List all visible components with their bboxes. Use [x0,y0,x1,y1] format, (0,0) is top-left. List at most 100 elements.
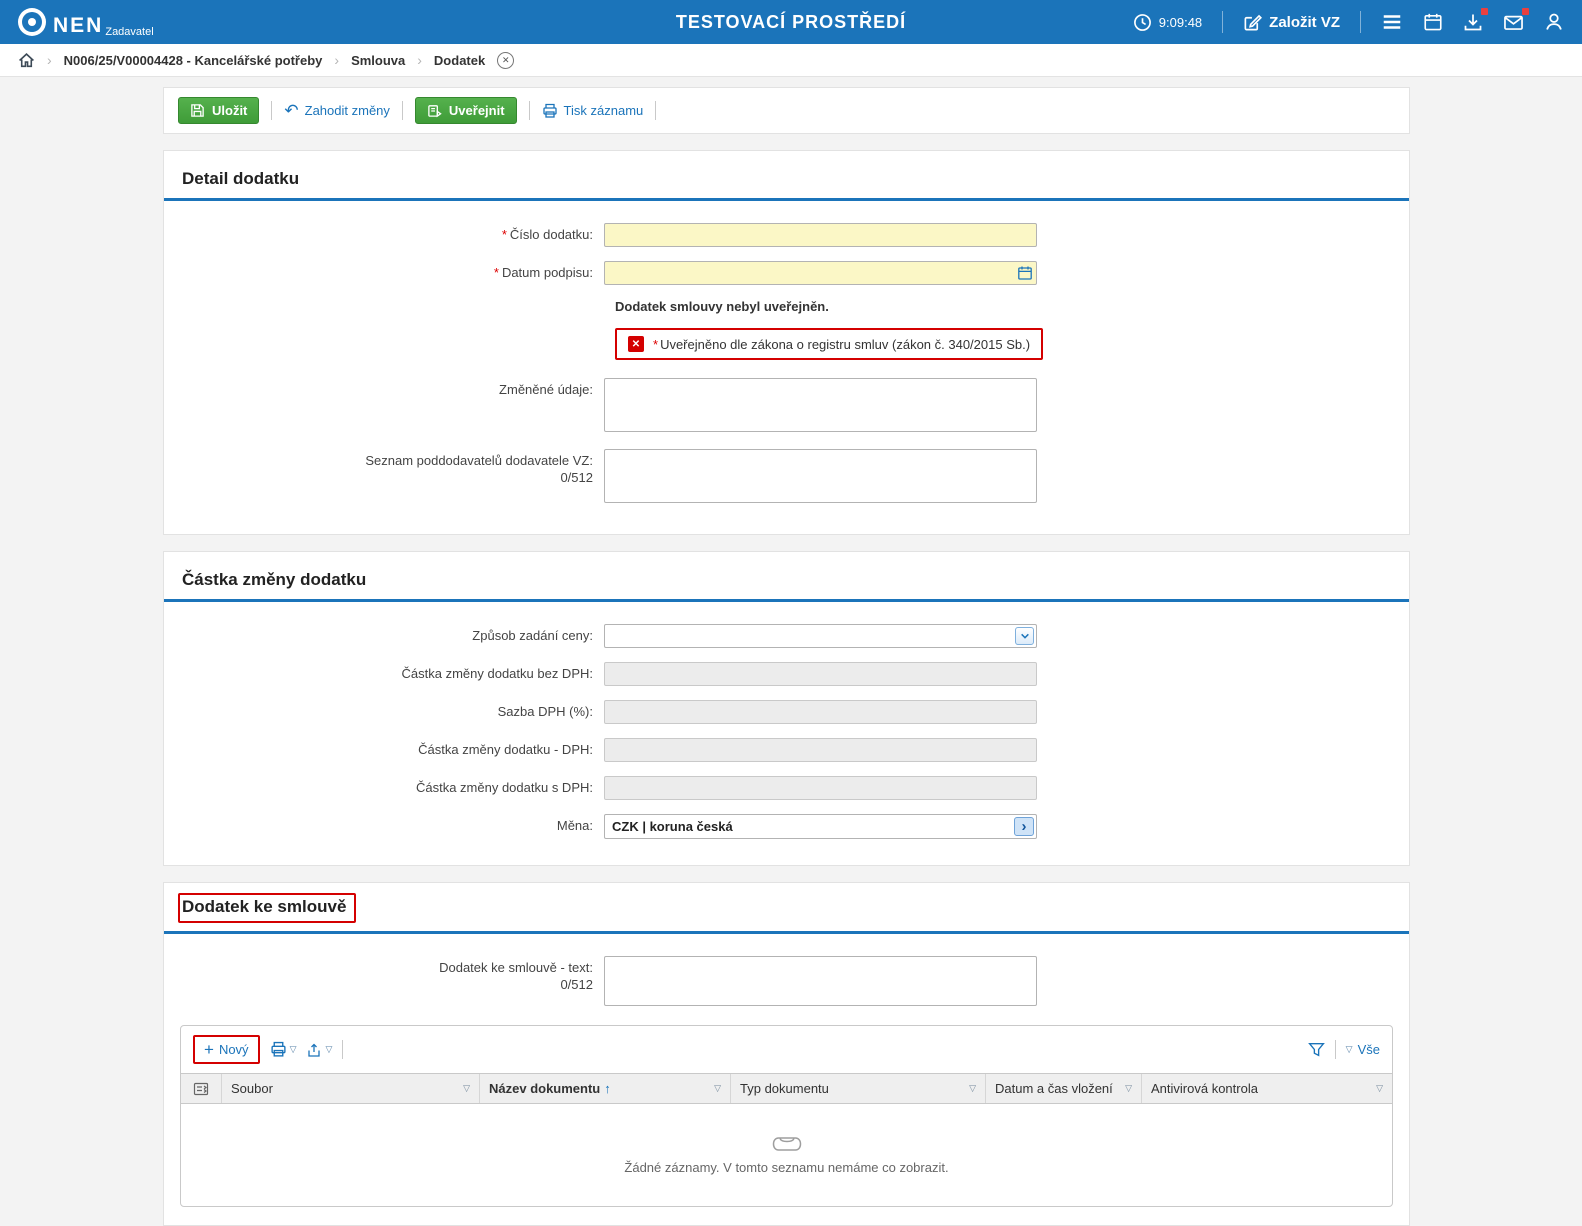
not-published-note: Dodatek smlouvy nebyl uveřejněn. [615,299,1393,314]
castka-bez-dph-label: Částka změny dodatku bez DPH: [180,662,604,686]
chevron-right-icon[interactable]: › [1014,817,1034,836]
publish-button[interactable]: Uveřejnit [415,97,517,124]
grid-print-button[interactable]: ▽ [270,1041,297,1058]
filter-triangle-icon[interactable]: ▽ [463,1083,470,1094]
nen-logo[interactable]: NEN Zadavatel [18,8,154,36]
section-divider [164,599,1409,602]
dodatek-text-counter: 0/512 [180,977,593,992]
print-record-label: Tisk záznamu [564,103,644,118]
breadcrumb: › N006/25/V00004428 - Kancelářské potřeb… [0,44,1582,77]
datum-podpisu-input[interactable] [604,261,1037,285]
create-vz-label: Založit VZ [1269,14,1340,31]
dropdown-triangle-icon: ▽ [325,1044,332,1055]
castka-dph-label: Částka změny dodatku - DPH: [180,738,604,762]
environment-title: TESTOVACÍ PROSTŘEDÍ [676,12,906,33]
detail-dodatku-section: Detail dodatku *Číslo dodatku: *Datum po… [163,150,1410,535]
brand-name: NEN [53,15,103,36]
calendar-icon[interactable] [1423,12,1443,32]
downloads-icon[interactable] [1463,12,1483,32]
breadcrumb-separator: › [47,52,52,68]
breadcrumb-item-dodatek[interactable]: Dodatek [434,53,485,68]
clock-icon [1133,13,1152,32]
breadcrumb-item-smlouva[interactable]: Smlouva [351,53,405,68]
create-vz-button[interactable]: Založit VZ [1243,13,1340,32]
castka-bez-dph-input [604,662,1037,686]
chevron-down-icon[interactable] [1015,627,1034,645]
column-header-antivir[interactable]: Antivirová kontrola ▽ [1142,1074,1392,1103]
datepicker-icon[interactable] [1017,265,1033,281]
undo-icon: ↶ [284,102,298,119]
section-title-detail: Detail dodatku [180,161,1393,198]
sazba-dph-input [604,700,1037,724]
save-button[interactable]: Uložit [178,97,259,124]
filter-triangle-icon[interactable]: ▽ [1125,1083,1132,1094]
filter-triangle-icon[interactable]: ▽ [714,1083,721,1094]
toolbar-separator [271,101,272,120]
plus-icon: + [204,1041,214,1058]
dropdown-triangle-icon: ▽ [290,1044,297,1055]
column-settings-header[interactable] [181,1074,222,1103]
seznam-poddodavatelu-label: Seznam poddodavatelů dodavatele VZ: 0/51… [180,449,604,506]
mena-field[interactable]: CZK | koruna česká › [604,814,1037,839]
zpusob-zadani-dropdown[interactable] [604,624,1037,648]
breadcrumb-separator: › [334,52,339,68]
zmenene-udaje-textarea[interactable] [604,378,1037,432]
save-label: Uložit [212,103,247,118]
cislo-dodatku-input[interactable] [604,223,1037,247]
required-mark: * [502,227,507,242]
view-all-label: Vše [1358,1042,1380,1057]
publish-label: Uveřejnit [449,103,505,118]
column-header-datum[interactable]: Datum a čas vložení ▽ [986,1074,1142,1103]
toolbar-separator [342,1040,343,1059]
grid-export-button[interactable]: ▽ [306,1042,332,1058]
brand-subtitle: Zadavatel [105,26,153,38]
dropdown-triangle-icon: ▽ [1346,1044,1353,1055]
sazba-dph-label: Sazba DPH (%): [180,700,604,724]
new-document-label: Nový [219,1042,249,1057]
menu-icon[interactable] [1381,11,1403,33]
zpusob-zadani-label: Způsob zadání ceny: [180,624,604,648]
section-divider [164,931,1409,934]
discard-changes-label: Zahodit změny [305,103,390,118]
dodatek-text-textarea[interactable] [604,956,1037,1006]
filter-icon[interactable] [1308,1041,1325,1058]
downloads-badge [1481,8,1488,15]
nen-logo-icon [18,8,46,36]
current-time: 9:09:48 [1159,15,1202,30]
print-record-button[interactable]: Tisk záznamu [542,103,644,119]
close-tab-icon[interactable]: ✕ [497,52,514,69]
section-divider [164,198,1409,201]
column-header-typ[interactable]: Typ dokumentu ▽ [731,1074,986,1103]
action-toolbar: Uložit ↶ Zahodit změny Uveřejnit Tisk zá… [163,87,1410,134]
main-content: Uložit ↶ Zahodit změny Uveřejnit Tisk zá… [163,87,1410,1226]
seznam-poddodavatelu-textarea[interactable] [604,449,1037,503]
mail-icon[interactable] [1503,12,1524,33]
dodatek-ke-smlouve-section: Dodatek ke smlouvě Dodatek ke smlouvě - … [163,882,1410,1226]
registr-smluv-validation-box: ✕ *Uveřejněno dle zákona o registru smlu… [615,328,1043,360]
unchecked-required-checkbox-icon[interactable]: ✕ [628,336,644,352]
column-header-soubor[interactable]: Soubor ▽ [222,1074,480,1103]
column-header-nazev[interactable]: Název dokumentu ↑ ▽ [480,1074,731,1103]
home-icon[interactable] [18,52,35,69]
cislo-dodatku-label: *Číslo dodatku: [180,223,604,247]
new-document-button[interactable]: + Nový [193,1035,260,1064]
discard-changes-button[interactable]: ↶ Zahodit změny [284,102,390,119]
user-icon[interactable] [1544,12,1564,32]
view-all-button[interactable]: ▽ Vše [1346,1042,1380,1057]
clock-display: 9:09:48 [1133,13,1202,32]
castka-zmeny-section: Částka změny dodatku Způsob zadání ceny:… [163,551,1410,866]
filter-triangle-icon[interactable]: ▽ [969,1083,976,1094]
publish-icon [427,103,442,118]
mena-label: Měna: [180,814,604,839]
documents-table-header: Soubor ▽ Název dokumentu ↑ ▽ Typ dokumen… [181,1073,1392,1104]
empty-tray-icon [772,1136,802,1152]
section-title-dodatek: Dodatek ke smlouvě [182,897,346,916]
compose-icon [1243,13,1262,32]
toolbar-separator [655,101,656,120]
castka-s-dph-label: Částka změny dodatku s DPH: [180,776,604,800]
section-title-castka: Částka změny dodatku [180,562,1393,599]
filter-triangle-icon[interactable]: ▽ [1376,1083,1383,1094]
castka-dph-input [604,738,1037,762]
dodatek-text-label: Dodatek ke smlouvě - text: 0/512 [180,956,604,1009]
breadcrumb-item-contract[interactable]: N006/25/V00004428 - Kancelářské potřeby [64,53,323,68]
